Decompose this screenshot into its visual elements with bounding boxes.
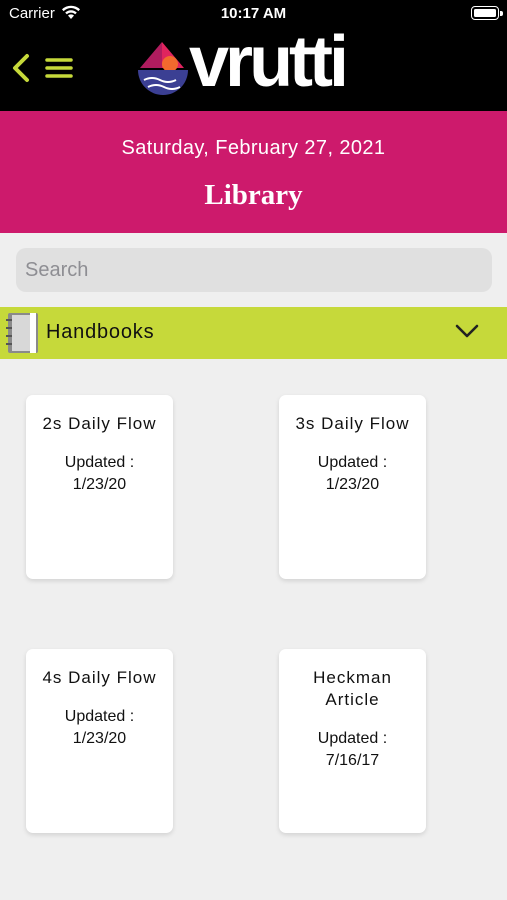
handbook-card[interactable]: 3s Daily Flow Updated : 1/23/20	[279, 395, 426, 579]
card-updated-label: Updated :	[317, 730, 388, 747]
logo-wordmark: vrutti	[189, 22, 349, 102]
card-title: Heckman Article	[313, 668, 392, 709]
back-chevron-icon[interactable]	[9, 52, 33, 84]
card-updated-date: 1/23/20	[72, 476, 127, 493]
handbook-card[interactable]: 2s Daily Flow Updated : 1/23/20	[26, 395, 173, 579]
top-bar: Carrier 10:17 AM vrutti	[0, 0, 507, 111]
chevron-down-icon[interactable]	[455, 320, 479, 344]
card-updated-date: 1/23/20	[325, 476, 380, 493]
page-header: Saturday, February 27, 2021 Library	[0, 111, 507, 233]
card-updated-label: Updated :	[64, 708, 135, 725]
logo-mark-icon	[138, 42, 188, 95]
handbook-card[interactable]: 4s Daily Flow Updated : 1/23/20	[26, 649, 173, 833]
page-title: Library	[204, 179, 303, 211]
card-updated-label: Updated :	[64, 454, 135, 471]
battery-icon	[471, 6, 503, 20]
card-updated-date: 1/23/20	[72, 730, 127, 747]
search-input[interactable]	[16, 248, 492, 292]
hamburger-menu-icon[interactable]	[44, 56, 74, 80]
app-logo: vrutti	[134, 22, 376, 102]
card-title: 4s Daily Flow	[42, 668, 157, 687]
notebook-icon	[6, 313, 38, 353]
card-updated-label: Updated :	[317, 454, 388, 471]
card-title: 3s Daily Flow	[295, 414, 410, 433]
card-updated-date: 7/16/17	[325, 752, 380, 769]
category-header-handbooks[interactable]: Handbooks	[0, 307, 507, 359]
header-date: Saturday, February 27, 2021	[121, 137, 386, 159]
card-title: 2s Daily Flow	[42, 414, 157, 433]
category-label: Handbooks	[46, 321, 155, 343]
handbook-card[interactable]: Heckman Article Updated : 7/16/17	[279, 649, 426, 833]
status-time: 10:17 AM	[220, 5, 287, 22]
